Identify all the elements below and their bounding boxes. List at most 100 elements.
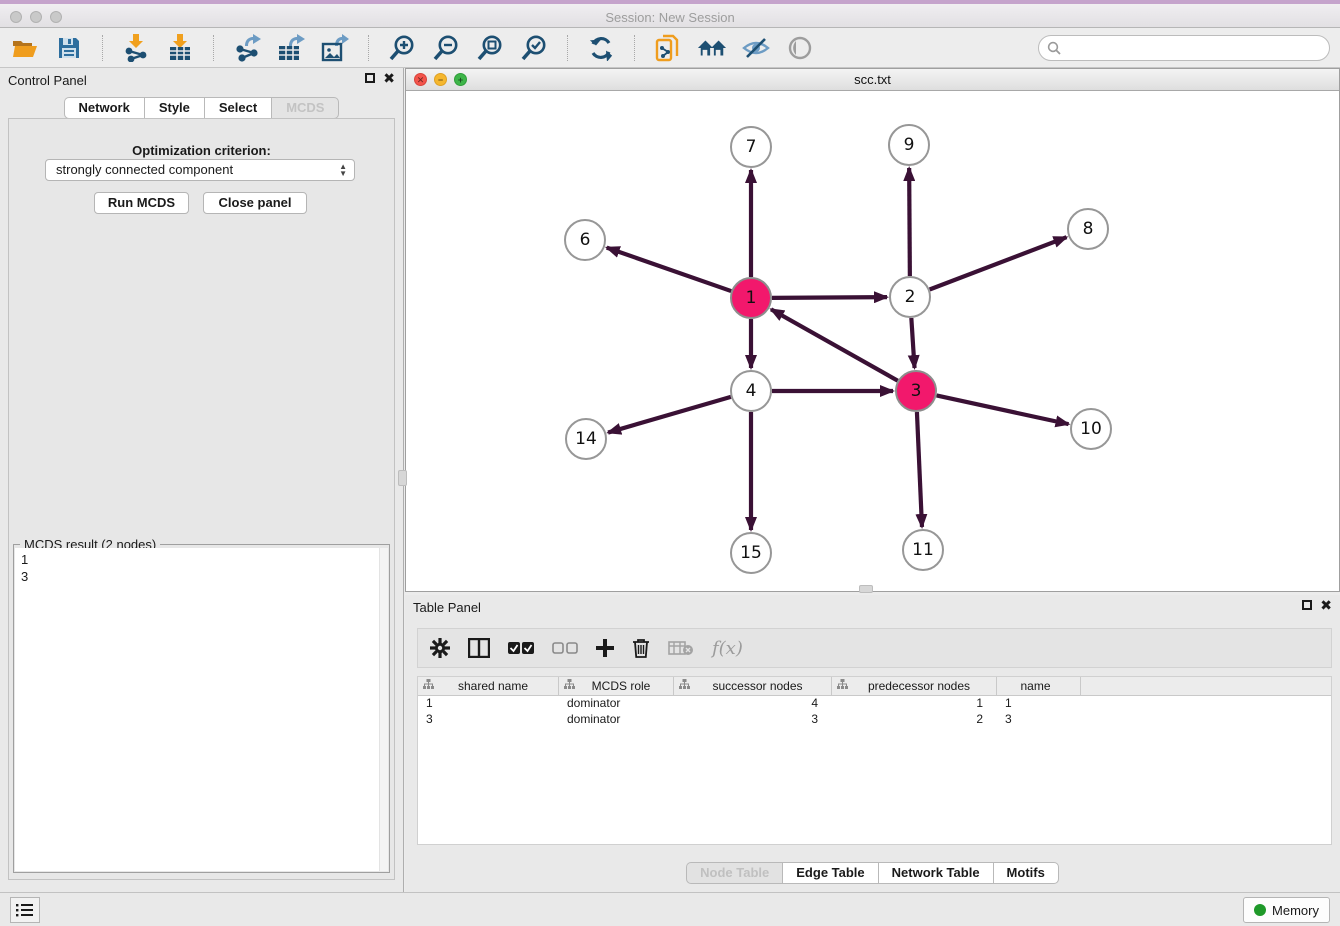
table-row[interactable]: 1dominator411 — [418, 696, 1331, 712]
edge-1-6[interactable] — [607, 248, 731, 291]
column-header-successor-nodes[interactable]: successor nodes — [674, 677, 832, 695]
tab-network-table[interactable]: Network Table — [878, 862, 993, 884]
close-table-panel-icon[interactable]: ✖ — [1320, 599, 1332, 611]
import-table-icon[interactable] — [165, 33, 195, 63]
table-cell[interactable]: 3 — [674, 712, 832, 728]
toggle-column-panel-icon[interactable] — [468, 638, 490, 658]
mcds-result-area[interactable]: 1 3 — [15, 548, 388, 871]
column-header-MCDS-role[interactable]: MCDS role — [559, 677, 674, 695]
home-apps-icon[interactable] — [697, 33, 727, 63]
tab-mcds[interactable]: MCDS — [271, 97, 339, 119]
table-panel: Table Panel ✖ — [405, 595, 1340, 892]
network-edges — [406, 91, 1339, 591]
export-image-icon[interactable] — [320, 33, 350, 63]
network-window-title: scc.txt — [406, 72, 1339, 87]
tab-node-table[interactable]: Node Table — [686, 862, 782, 884]
graph-node-2[interactable]: 2 — [889, 276, 931, 318]
graph-node-6[interactable]: 6 — [564, 219, 606, 261]
column-header-name[interactable]: name — [997, 677, 1081, 695]
network-canvas[interactable]: 7 9 6 8 1 2 4 3 14 10 15 11 — [406, 91, 1339, 591]
edge-3-10[interactable] — [937, 395, 1069, 424]
edge-2-3[interactable] — [911, 318, 914, 368]
window-title: Session: New Session — [0, 10, 1340, 25]
table-cell[interactable]: 3 — [997, 712, 1081, 728]
edge-2-9[interactable] — [909, 168, 910, 276]
table-cell[interactable]: dominator — [559, 696, 674, 712]
graph-node-15[interactable]: 15 — [730, 532, 772, 574]
function-builder-icon: f(x) — [712, 638, 743, 659]
export-network-icon[interactable] — [232, 33, 262, 63]
network-window-titlebar[interactable]: ✕ − + scc.txt — [406, 69, 1339, 91]
tab-edge-table[interactable]: Edge Table — [782, 862, 877, 884]
table-settings-gear-icon[interactable] — [430, 638, 450, 658]
graph-node-14[interactable]: 14 — [565, 418, 607, 460]
edge-1-2[interactable] — [772, 297, 887, 298]
graph-node-9[interactable]: 9 — [888, 124, 930, 166]
select-stepper-icon: ▲▼ — [339, 163, 347, 177]
tab-style[interactable]: Style — [144, 97, 204, 119]
tab-motifs[interactable]: Motifs — [993, 862, 1059, 884]
refresh-icon[interactable] — [586, 33, 616, 63]
zoom-in-icon[interactable] — [387, 33, 417, 63]
tab-select[interactable]: Select — [204, 97, 271, 119]
search-input[interactable] — [1038, 35, 1330, 61]
table-cell[interactable]: dominator — [559, 712, 674, 728]
show-eye-icon[interactable] — [785, 33, 815, 63]
table-row[interactable]: 3dominator323 — [418, 712, 1331, 728]
toolbar-separator — [102, 35, 103, 61]
edge-4-14[interactable] — [608, 397, 731, 433]
search-field-wrap — [1038, 35, 1330, 61]
export-table-icon[interactable] — [276, 33, 306, 63]
node-table[interactable]: shared nameMCDS rolesuccessor nodesprede… — [417, 676, 1332, 845]
hide-eye-icon[interactable] — [741, 33, 771, 63]
table-cell[interactable]: 4 — [674, 696, 832, 712]
zoom-out-icon[interactable] — [431, 33, 461, 63]
table-cell[interactable]: 3 — [418, 712, 559, 728]
import-network-icon[interactable] — [121, 33, 151, 63]
open-session-icon[interactable] — [10, 33, 40, 63]
zoom-selected-icon[interactable] — [519, 33, 549, 63]
application-window: Session: New Session — [0, 0, 1340, 926]
memory-button[interactable]: Memory — [1243, 897, 1330, 923]
result-scrollbar[interactable] — [379, 548, 388, 871]
tab-network[interactable]: Network — [64, 97, 144, 119]
add-column-icon[interactable] — [596, 639, 614, 657]
column-header-shared-name[interactable]: shared name — [418, 677, 559, 695]
toolbar-separator — [567, 35, 568, 61]
close-panel-button[interactable]: Close panel — [203, 192, 307, 214]
table-cell[interactable]: 1 — [832, 696, 997, 712]
close-panel-icon[interactable]: ✖ — [383, 72, 395, 84]
float-panel-icon[interactable] — [365, 73, 375, 83]
float-table-panel-icon[interactable] — [1302, 600, 1312, 610]
graph-node-4[interactable]: 4 — [730, 370, 772, 412]
edge-3-1[interactable] — [771, 309, 898, 380]
duplicate-network-icon[interactable] — [653, 33, 683, 63]
horizontal-splitter-grip[interactable] — [859, 585, 873, 593]
edge-3-11[interactable] — [917, 412, 922, 527]
save-session-icon[interactable] — [54, 33, 84, 63]
edge-2-8[interactable] — [930, 237, 1067, 289]
optimization-criterion-label: Optimization criterion: — [9, 143, 394, 158]
toolbar-separator — [634, 35, 635, 61]
graph-node-1[interactable]: 1 — [730, 277, 772, 319]
graph-node-11[interactable]: 11 — [902, 529, 944, 571]
delete-column-trash-icon[interactable] — [632, 638, 650, 658]
graph-node-3[interactable]: 3 — [895, 370, 937, 412]
run-mcds-button[interactable]: Run MCDS — [94, 192, 189, 214]
column-header-predecessor-nodes[interactable]: predecessor nodes — [832, 677, 997, 695]
table-body: 1dominator4113dominator323 — [418, 696, 1331, 728]
graph-node-8[interactable]: 8 — [1067, 208, 1109, 250]
zoom-fit-icon[interactable] — [475, 33, 505, 63]
table-cell[interactable]: 2 — [832, 712, 997, 728]
vertical-splitter-grip[interactable] — [398, 470, 407, 486]
graph-node-7[interactable]: 7 — [730, 126, 772, 168]
task-history-button[interactable] — [10, 897, 40, 923]
network-view-window: ✕ − + scc.txt 7 9 6 8 1 2 4 3 14 10 15 11 — [405, 68, 1340, 592]
select-all-icon[interactable] — [508, 641, 534, 655]
graph-node-10[interactable]: 10 — [1070, 408, 1112, 450]
table-cell[interactable]: 1 — [997, 696, 1081, 712]
control-panel: Control Panel ✖ Network Style Select MCD… — [0, 68, 404, 892]
optimization-criterion-select[interactable]: strongly connected component ▲▼ — [45, 159, 355, 181]
deselect-all-icon[interactable] — [552, 641, 578, 655]
table-cell[interactable]: 1 — [418, 696, 559, 712]
